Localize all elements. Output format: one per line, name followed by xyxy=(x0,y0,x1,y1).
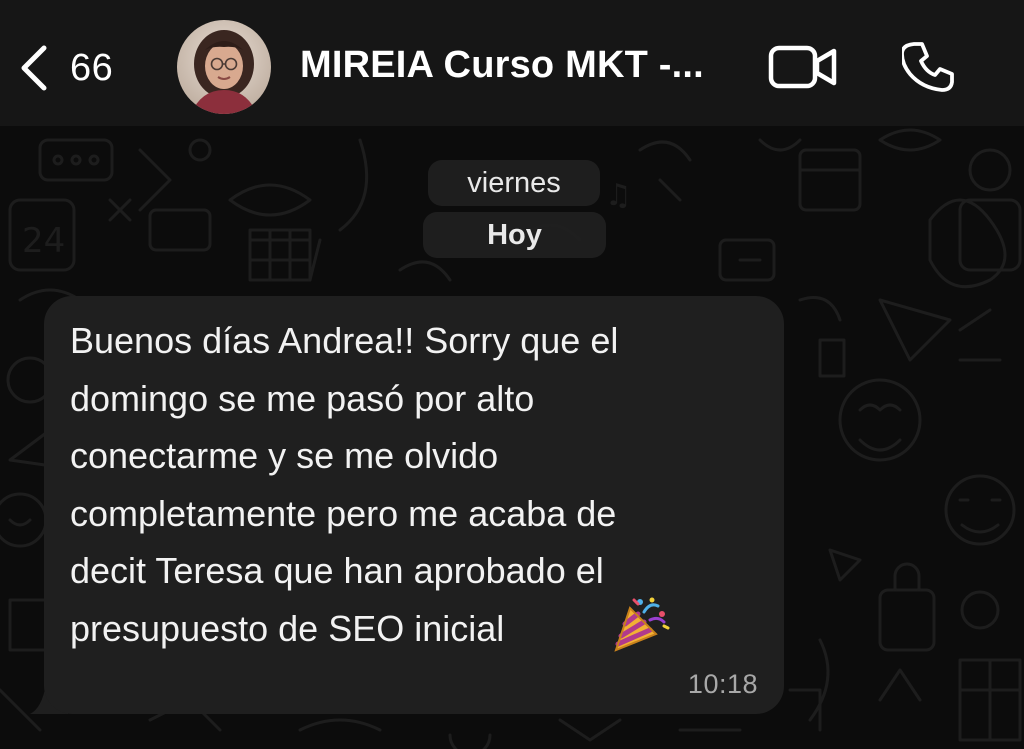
chat-title[interactable]: MIREIA Curso MKT -... xyxy=(300,44,704,87)
unread-count: 66 xyxy=(70,46,114,89)
back-button[interactable]: 66 xyxy=(18,40,113,96)
message-bubble[interactable]: Buenos días Andrea!! Sorry que el doming… xyxy=(44,296,784,714)
avatar-photo xyxy=(177,20,271,114)
chat-header: 66 MIREIA Curso MKT -... xyxy=(0,0,1024,126)
date-separator-previous: viernes xyxy=(428,160,600,206)
party-popper-icon xyxy=(614,597,670,652)
video-camera-icon xyxy=(768,45,837,89)
phone-icon xyxy=(900,42,954,92)
chevron-left-icon xyxy=(21,45,47,91)
date-separator-today: Hoy xyxy=(423,212,606,258)
voice-call-button[interactable] xyxy=(900,40,956,94)
avatar[interactable] xyxy=(177,20,271,114)
svg-text:24: 24 xyxy=(22,221,65,261)
video-call-button[interactable] xyxy=(768,44,838,90)
svg-text:♫: ♫ xyxy=(605,178,632,213)
chat-screen: 24 ♫ 66 MIREIA Curso MKT -... viernes Ho… xyxy=(0,0,1024,749)
message-timestamp: 10:18 xyxy=(687,669,758,699)
